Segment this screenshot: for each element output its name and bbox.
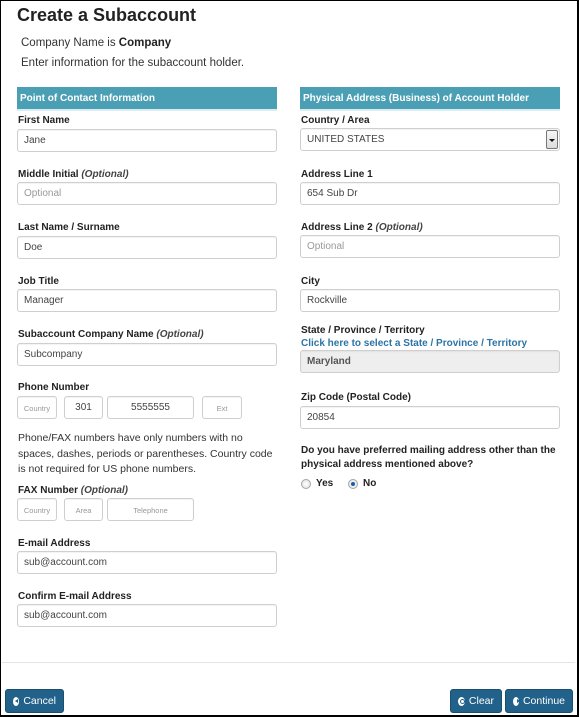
address-line1-label: Address Line 1 — [301, 169, 373, 180]
chevron-right-circle-icon — [513, 696, 520, 706]
confirm-email-input[interactable]: sub@account.com — [17, 604, 277, 627]
phone-format-note: Phone/FAX numbers have only numbers with… — [18, 432, 273, 475]
create-subaccount-form: Create a Subaccount Company Name is Comp… — [0, 0, 579, 717]
mailing-no-option[interactable]: No — [348, 478, 376, 489]
optional-tag: (Optional) — [81, 169, 129, 180]
optional-tag: (Optional) — [375, 222, 423, 233]
contact-section-header: Point of Contact Information — [17, 87, 277, 111]
footer-divider — [2, 662, 575, 663]
first-name-input[interactable]: Jane — [17, 129, 277, 152]
instruction-text: Enter information for the subaccount hol… — [21, 57, 245, 69]
first-name-label: First Name — [18, 115, 70, 126]
fax-label-text: FAX Number — [18, 485, 79, 496]
subaccount-company-input[interactable]: Subcompany — [17, 343, 277, 366]
address-line2-input[interactable]: Optional — [300, 235, 560, 258]
radio-no-label: No — [363, 478, 377, 489]
address-line1-input[interactable]: 654 Sub Dr — [300, 182, 560, 205]
country-label: Country / Area — [301, 115, 370, 126]
radio-yes-label: Yes — [316, 478, 334, 489]
city-label: City — [301, 276, 320, 287]
phone-ext-input[interactable]: Ext — [202, 396, 242, 419]
email-label: E-mail Address — [18, 538, 91, 549]
country-selected-value: UNITED STATES — [307, 134, 385, 145]
chevron-down-icon[interactable] — [546, 130, 558, 149]
mailing-yes-option[interactable]: Yes — [301, 478, 333, 489]
address-line2-label: Address Line 2 (Optional) — [301, 222, 423, 233]
radio-yes[interactable] — [301, 478, 311, 489]
clear-button[interactable]: Clear — [450, 689, 502, 713]
clear-circle-icon — [458, 696, 465, 706]
country-select[interactable]: UNITED STATES — [300, 128, 560, 151]
job-title-input[interactable]: Manager — [17, 289, 277, 312]
clear-label: Clear — [468, 695, 494, 707]
fax-country-input[interactable]: Country — [17, 498, 57, 521]
fax-area-input[interactable]: Area — [64, 498, 103, 521]
phone-label: Phone Number — [18, 382, 90, 393]
city-input[interactable]: Rockville — [300, 289, 560, 312]
email-input[interactable]: sub@account.com — [17, 551, 277, 574]
cancel-button[interactable]: Cancel — [5, 689, 64, 713]
chevron-left-circle-icon — [13, 696, 20, 706]
company-name: Company — [118, 37, 172, 49]
job-title-label: Job Title — [18, 276, 59, 287]
subaccount-company-label-text: Subaccount Company Name — [18, 329, 154, 340]
select-state-link[interactable]: Click here to select a State / Province … — [301, 338, 527, 349]
last-name-input[interactable]: Doe — [17, 236, 277, 259]
middle-initial-label-text: Middle Initial — [18, 169, 79, 180]
page-title: Create a Subaccount — [17, 5, 197, 25]
mailing-address-question: Do you have preferred mailing address ot… — [301, 445, 556, 470]
zip-input[interactable]: 20854 — [300, 406, 560, 429]
phone-area-input[interactable]: 301 — [64, 396, 103, 419]
address-section-header: Physical Address (Business) of Account H… — [300, 87, 560, 111]
phone-country-input[interactable]: Country — [17, 396, 57, 419]
middle-initial-input[interactable]: Optional — [17, 182, 277, 205]
phone-number-input[interactable]: 5555555 — [107, 396, 194, 419]
cancel-label: Cancel — [23, 695, 56, 707]
state-input: Maryland — [300, 350, 560, 373]
company-line: Company Name is Company — [21, 37, 171, 49]
address-line2-label-text: Address Line 2 — [301, 222, 373, 233]
fax-label: FAX Number (Optional) — [18, 485, 128, 496]
company-prefix: Company Name is — [21, 37, 116, 49]
optional-tag: (Optional) — [156, 329, 204, 340]
confirm-email-label: Confirm E-mail Address — [18, 591, 132, 602]
optional-tag: (Optional) — [80, 485, 129, 496]
subaccount-company-label: Subaccount Company Name (Optional) — [18, 329, 204, 340]
last-name-label: Last Name / Surname — [18, 222, 120, 233]
state-label: State / Province / Territory — [301, 325, 425, 336]
continue-button[interactable]: Continue — [505, 689, 573, 713]
middle-initial-label: Middle Initial (Optional) — [18, 169, 129, 180]
fax-telephone-input[interactable]: Telephone — [107, 498, 194, 521]
continue-label: Continue — [522, 695, 565, 707]
zip-label: Zip Code (Postal Code) — [301, 392, 411, 403]
radio-no[interactable] — [348, 478, 358, 489]
